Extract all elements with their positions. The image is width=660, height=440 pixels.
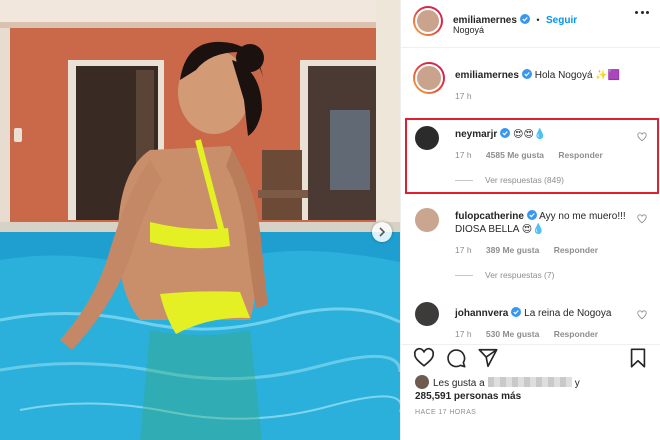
next-photo-button[interactable] <box>372 222 392 242</box>
author-avatar-image <box>415 8 441 34</box>
comment-avatar[interactable] <box>415 208 439 232</box>
caption-username[interactable]: emiliamernes <box>455 70 519 81</box>
verified-icon <box>526 210 537 220</box>
caption-time[interactable]: 17 h <box>455 91 472 101</box>
comment-avatar[interactable] <box>415 302 439 326</box>
follow-button[interactable]: Seguir <box>546 15 577 26</box>
post-photo[interactable] <box>0 0 400 440</box>
post-header: emiliamernes • Seguir Nogoyá <box>401 0 660 48</box>
liker-name-blurred <box>487 377 572 387</box>
comment-time[interactable]: 17 h <box>455 245 472 255</box>
caption-body: emiliamernes Hola Nogoyá ✨🟪 17 h <box>455 69 635 103</box>
likes-conj: y <box>574 378 580 389</box>
view-replies-label: Ver respuestas (7) <box>485 270 555 280</box>
share-icon[interactable] <box>477 347 499 369</box>
comment-username[interactable]: johannvera <box>455 308 508 319</box>
like-heart-icon[interactable] <box>413 347 435 369</box>
heart-icon[interactable] <box>637 214 647 224</box>
more-options-icon[interactable] <box>635 11 649 17</box>
caption-meta: 17 h <box>455 90 635 103</box>
view-replies-button[interactable]: Ver respuestas (7) <box>455 269 635 282</box>
comment-meta: 17 h 530 Me gusta Responder <box>455 328 635 341</box>
reply-button[interactable]: Responder <box>554 329 598 339</box>
comment-likes[interactable]: 389 Me gusta <box>486 245 539 255</box>
comment-bubble-icon[interactable] <box>445 347 467 369</box>
comment-body: johannvera La reina de Nogoya 17 h 530 M… <box>455 307 635 341</box>
heart-icon[interactable] <box>637 310 647 320</box>
bookmark-icon[interactable] <box>627 347 649 369</box>
post-time-ago[interactable]: HACE 17 HORAS <box>415 409 476 416</box>
caption-text: Hola Nogoyá ✨🟪 <box>534 70 621 81</box>
post-actions: Les gusta a y 285,591 personas más HACE 1… <box>401 344 660 440</box>
comment-time[interactable]: 17 h <box>455 329 472 339</box>
likes-count[interactable]: 285,591 personas más <box>415 391 521 402</box>
chevron-right-icon <box>379 227 386 237</box>
reply-button[interactable]: Responder <box>554 245 598 255</box>
author-avatar[interactable] <box>413 6 443 36</box>
post-side-panel: emiliamernes • Seguir Nogoyá emiliamerne… <box>400 0 660 440</box>
likes-prefix: Les gusta a <box>433 378 485 389</box>
location-link[interactable]: Nogoyá <box>453 25 484 35</box>
caption-avatar-image <box>415 64 443 92</box>
comment-body: fulopcatherine Ayy no me muero!!! DIOSA … <box>455 210 635 282</box>
verified-icon <box>511 307 522 317</box>
comment-likes[interactable]: 530 Me gusta <box>486 329 539 339</box>
liker-avatar[interactable] <box>415 375 429 389</box>
replies-dash <box>455 275 473 276</box>
comment-username[interactable]: fulopcatherine <box>455 211 524 222</box>
separator-dot: • <box>536 15 540 25</box>
likes-summary[interactable]: Les gusta a y 285,591 personas más <box>415 375 580 403</box>
caption-avatar[interactable] <box>413 62 445 94</box>
comment-meta: 17 h 389 Me gusta Responder <box>455 244 635 257</box>
comments-section[interactable]: emiliamernes Hola Nogoyá ✨🟪 17 h neymarj… <box>401 48 660 344</box>
verified-icon <box>521 69 532 79</box>
highlight-box <box>405 118 659 194</box>
comment-text: La reina de Nogoya <box>524 308 612 319</box>
verified-icon <box>519 14 530 24</box>
photo-illustration <box>0 0 400 440</box>
